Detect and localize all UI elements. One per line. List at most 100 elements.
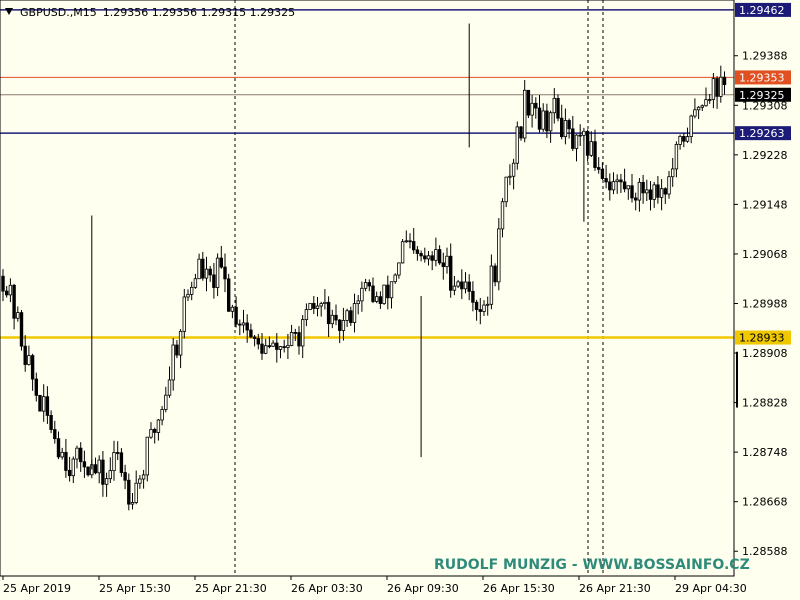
- candle-body: [674, 144, 679, 170]
- candle-body: [149, 429, 153, 438]
- candle-body: [404, 240, 408, 243]
- candle-body: [504, 176, 508, 203]
- candle-body: [497, 228, 501, 283]
- candle-body: [619, 179, 623, 183]
- candle-body: [493, 265, 497, 283]
- candle-body: [271, 342, 275, 347]
- y-tick-label: 1.28748: [742, 446, 788, 459]
- x-tick-label: 29 Apr 04:30: [675, 582, 747, 595]
- candle-body: [82, 461, 87, 468]
- y-tick-label: 1.28988: [742, 297, 788, 310]
- candle-body: [293, 332, 297, 334]
- candle-body: [215, 257, 220, 288]
- candle-body: [341, 320, 346, 331]
- candle-body: [563, 120, 568, 138]
- candle-body: [123, 472, 127, 481]
- level-label: 1.28933: [739, 332, 785, 345]
- candle-body: [696, 106, 701, 111]
- candle-body: [326, 301, 331, 325]
- candle-body: [156, 419, 161, 433]
- candle-body: [238, 323, 242, 326]
- candle-body: [560, 117, 564, 138]
- candle-body: [315, 305, 320, 309]
- candle-body: [445, 255, 449, 268]
- candle-body: [482, 304, 486, 312]
- candle-body: [101, 459, 105, 485]
- candle-body: [308, 303, 312, 310]
- candle-body: [245, 322, 249, 331]
- candle-body: [189, 286, 194, 295]
- candle-body: [722, 76, 727, 85]
- candle-body: [456, 281, 460, 287]
- candle-body: [330, 314, 334, 325]
- y-tick-label: 1.29228: [742, 149, 788, 162]
- level-label: 1.29462: [739, 4, 785, 17]
- candle-body: [641, 181, 645, 194]
- y-tick-label: 1.29388: [742, 50, 788, 63]
- candle-body: [371, 285, 375, 302]
- candle-body: [34, 378, 38, 396]
- candle-body: [393, 274, 397, 283]
- candle-body: [682, 136, 686, 142]
- candle-body: [637, 181, 642, 201]
- x-tick-label: 26 Apr 09:30: [387, 582, 459, 595]
- candle-body: [530, 102, 534, 116]
- x-tick-label: 26 Apr 03:30: [291, 582, 363, 595]
- candle-body: [474, 301, 479, 310]
- candle-body: [508, 175, 512, 178]
- candle-body: [241, 322, 246, 326]
- candle-body: [175, 344, 179, 356]
- candle-body: [604, 178, 608, 183]
- candle-body: [622, 181, 627, 190]
- candle-body: [652, 184, 656, 200]
- candle-body: [397, 262, 401, 276]
- candle-body: [45, 396, 50, 416]
- candle-body: [452, 285, 457, 291]
- candle-body: [1, 275, 5, 292]
- candle-body: [585, 130, 590, 156]
- candle-body: [667, 176, 671, 195]
- candle-body: [537, 107, 542, 130]
- candle-body: [319, 303, 323, 307]
- candle-body: [116, 452, 120, 454]
- candle-body: [304, 309, 309, 321]
- candle-body: [400, 241, 405, 264]
- candle-body: [12, 284, 16, 319]
- candle-body: [252, 336, 257, 339]
- candle-body: [178, 330, 183, 356]
- x-tick-label: 25 Apr 15:30: [99, 582, 171, 595]
- candle-body: [349, 310, 353, 323]
- symbol-name: GBPUSD.,M15: [20, 6, 97, 19]
- candle-body: [437, 249, 442, 264]
- candle-body: [423, 255, 427, 260]
- candle-body: [79, 447, 83, 463]
- candle-body: [545, 110, 549, 132]
- candle-body: [112, 452, 116, 472]
- candle-body: [719, 76, 723, 97]
- candle-body: [104, 478, 109, 485]
- candle-body: [556, 97, 560, 119]
- candle-body: [23, 345, 27, 365]
- y-tick-label: 1.29068: [742, 248, 788, 261]
- candle-body: [386, 284, 390, 299]
- candle-body: [656, 184, 660, 198]
- watermark: RUDOLF MUNZIG - WWW.BOSSAINFO.CZ: [434, 557, 750, 573]
- price-chart[interactable]: 1.293881.293081.292281.291481.290681.289…: [0, 0, 800, 600]
- candle-body: [467, 281, 471, 292]
- candle-body: [434, 249, 438, 261]
- candle-body: [71, 458, 75, 477]
- candle-body: [352, 303, 357, 323]
- candle-body: [441, 262, 445, 268]
- candle-body: [93, 464, 98, 474]
- candle-body: [571, 128, 575, 149]
- candle-body: [167, 379, 172, 396]
- candle-body: [234, 306, 238, 325]
- candle-body: [38, 394, 42, 412]
- candle-body: [589, 141, 593, 156]
- candle-body: [164, 394, 168, 410]
- candle-body: [108, 470, 112, 480]
- candle-body: [511, 162, 516, 177]
- y-tick-label: 1.28828: [742, 397, 788, 410]
- candle-body: [300, 319, 305, 347]
- candle-body: [500, 201, 505, 230]
